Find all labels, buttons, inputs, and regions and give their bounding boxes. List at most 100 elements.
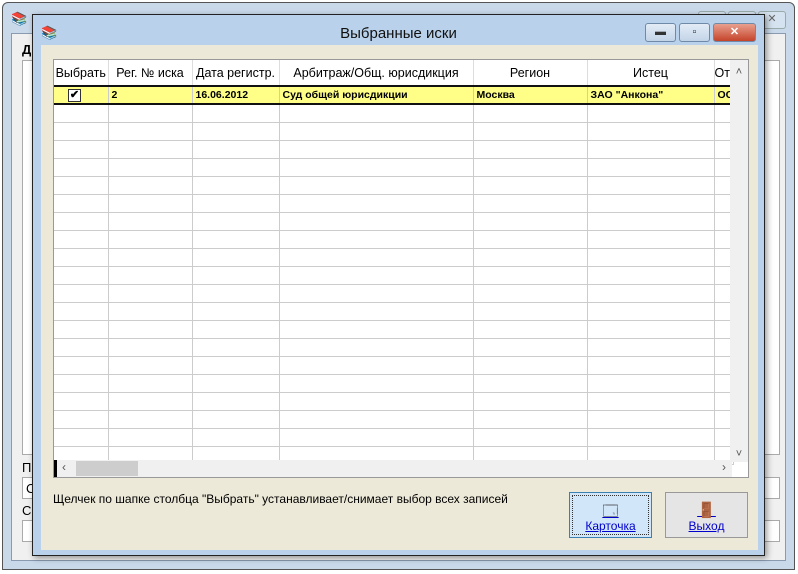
scroll-right-icon[interactable]: ›	[722, 460, 726, 474]
close-button[interactable]: ✕	[713, 23, 756, 42]
table-row-empty[interactable]	[54, 392, 735, 411]
cell-empty	[108, 410, 193, 429]
cell-empty	[192, 158, 280, 177]
scroll-up-icon[interactable]: ˄	[730, 66, 748, 78]
cell-empty	[279, 176, 474, 195]
cell-jurisdiction: Суд общей юрисдикции	[279, 85, 474, 105]
scroll-down-icon[interactable]: ˅	[730, 448, 748, 460]
table-row-empty[interactable]	[54, 140, 735, 159]
cell-empty	[108, 428, 193, 447]
cell-empty	[279, 428, 474, 447]
cell-empty	[473, 284, 588, 303]
cell-empty	[54, 194, 109, 213]
cell-empty	[192, 266, 280, 285]
cell-empty	[473, 428, 588, 447]
cell-empty	[279, 284, 474, 303]
select-checkbox[interactable]: ✔	[68, 88, 81, 102]
cell-empty	[587, 284, 715, 303]
cell-empty	[108, 158, 193, 177]
table-row-empty[interactable]	[54, 320, 735, 339]
table-row-empty[interactable]	[54, 212, 735, 231]
cell-empty	[108, 248, 193, 267]
cell-empty	[108, 374, 193, 393]
table-row-empty[interactable]	[54, 428, 735, 447]
cell-empty	[192, 248, 280, 267]
table-row-empty[interactable]	[54, 248, 735, 267]
table-row-empty[interactable]	[54, 230, 735, 249]
cell-empty	[587, 230, 715, 249]
table-row-empty[interactable]	[54, 284, 735, 303]
table-row[interactable]: ✔ 2 16.06.2012 Суд общей юрисдикции Моск…	[54, 85, 735, 105]
cell-empty	[279, 122, 474, 141]
cell-empty	[54, 248, 109, 267]
table-row-empty[interactable]	[54, 356, 735, 375]
cell-empty	[587, 248, 715, 267]
cell-empty	[473, 266, 588, 285]
column-header-select[interactable]: Выбрать	[54, 60, 109, 87]
cell-empty	[192, 320, 280, 339]
cell-empty	[279, 194, 474, 213]
cell-empty	[108, 356, 193, 375]
cell-empty	[192, 356, 280, 375]
cell-empty	[108, 284, 193, 303]
vertical-scrollbar[interactable]: ˄ ˅	[730, 60, 748, 462]
scrollbar-thumb[interactable]	[76, 461, 138, 476]
table-row-empty[interactable]	[54, 158, 735, 177]
cell-empty	[279, 320, 474, 339]
cell-empty	[587, 140, 715, 159]
table-row-empty[interactable]	[54, 122, 735, 141]
table-row-empty[interactable]	[54, 176, 735, 195]
cell-empty	[54, 428, 109, 447]
cell-empty	[473, 356, 588, 375]
hint-text: Щелчек по шапке столбца "Выбрать" устана…	[53, 492, 508, 506]
table-row-empty[interactable]	[54, 338, 735, 357]
cell-empty	[192, 392, 280, 411]
card-button[interactable]: 🗔 Карточка	[569, 492, 652, 538]
cell-empty	[54, 410, 109, 429]
cell-empty	[473, 320, 588, 339]
maximize-button[interactable]: ▫	[679, 23, 710, 42]
cell-empty	[54, 104, 109, 123]
cell-empty	[587, 212, 715, 231]
cell-empty	[108, 194, 193, 213]
column-header-reg-no[interactable]: Рег. № иска	[108, 60, 193, 87]
column-header-jurisdiction[interactable]: Арбитраж/Общ. юрисдикция	[279, 60, 474, 87]
horizontal-scrollbar[interactable]: ‹ ›	[54, 460, 732, 477]
cell-empty	[108, 212, 193, 231]
table-row-empty[interactable]	[54, 194, 735, 213]
minimize-button[interactable]: ▬	[645, 23, 676, 42]
cell-empty	[473, 230, 588, 249]
cell-empty	[192, 212, 280, 231]
cell-empty	[108, 266, 193, 285]
scroll-left-icon[interactable]: ‹	[62, 460, 66, 474]
cell-empty	[473, 212, 588, 231]
cell-empty	[54, 392, 109, 411]
cell-empty	[54, 266, 109, 285]
table-row-empty[interactable]	[54, 266, 735, 285]
cell-empty	[279, 158, 474, 177]
table-row-empty[interactable]	[54, 374, 735, 393]
table-row-empty[interactable]	[54, 302, 735, 321]
table-row-empty[interactable]	[54, 104, 735, 123]
column-header-region[interactable]: Регион	[473, 60, 588, 87]
cell-empty	[192, 194, 280, 213]
column-header-plaintiff[interactable]: Истец	[587, 60, 715, 87]
cell-empty	[587, 392, 715, 411]
cell-empty	[54, 320, 109, 339]
cell-empty	[473, 302, 588, 321]
cell-empty	[54, 122, 109, 141]
cell-empty	[192, 410, 280, 429]
column-header-date[interactable]: Дата регистр.	[192, 60, 280, 87]
cell-empty	[192, 374, 280, 393]
cell-date: 16.06.2012	[192, 85, 280, 105]
cell-empty	[587, 320, 715, 339]
table-row-empty[interactable]	[54, 410, 735, 429]
cell-empty	[108, 392, 193, 411]
exit-button[interactable]: 🚪 Выход	[665, 492, 748, 538]
claims-grid[interactable]: Выбрать Рег. № иска Дата регистр. Арбитр…	[53, 59, 749, 478]
cell-empty	[54, 302, 109, 321]
cell-empty	[279, 230, 474, 249]
cell-empty	[54, 284, 109, 303]
cell-empty	[587, 158, 715, 177]
cell-empty	[279, 140, 474, 159]
